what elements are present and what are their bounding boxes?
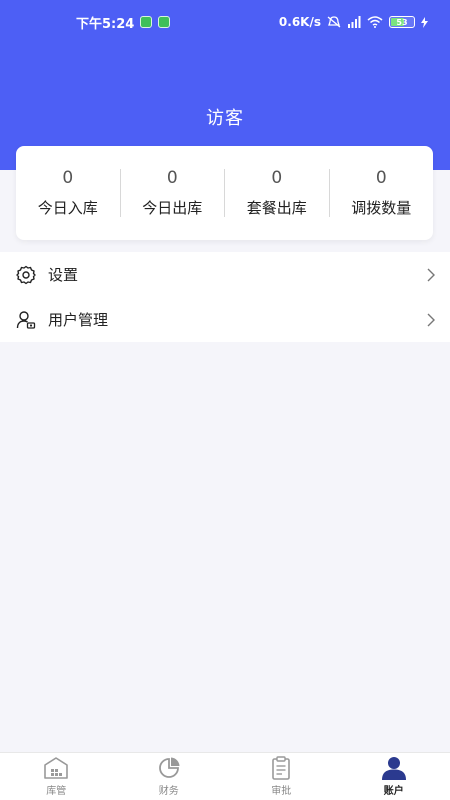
chevron-right-icon xyxy=(427,313,435,326)
stat-label: 套餐出库 xyxy=(246,199,307,217)
tab-inventory[interactable]: 库管 xyxy=(0,753,113,800)
status-left: 下午5:24 xyxy=(76,13,171,32)
header: 下午5:24 0.6K/s 53 访客 xyxy=(0,0,450,170)
tab-account[interactable]: 账户 xyxy=(338,753,450,800)
stat-today-inbound[interactable]: 0 今日入库 xyxy=(16,169,121,217)
user-manage-icon xyxy=(16,310,36,330)
notification-icon-2 xyxy=(158,16,171,28)
status-bar: 下午5:24 0.6K/s 53 xyxy=(0,0,450,44)
status-right: 0.6K/s 53 xyxy=(279,15,428,29)
wifi-icon xyxy=(367,16,383,28)
person-icon xyxy=(381,757,406,780)
tab-label: 账户 xyxy=(383,786,404,797)
stat-value: 0 xyxy=(271,168,283,188)
stat-label: 今日出库 xyxy=(142,199,203,217)
tab-finance[interactable]: 财务 xyxy=(113,753,226,800)
signal-icon xyxy=(348,16,361,28)
stats-card: 0 今日入库 0 今日出库 0 套餐出库 0 调拨数量 xyxy=(16,146,433,240)
menu-item-label: 用户管理 xyxy=(48,311,109,329)
chevron-right-icon xyxy=(427,268,435,281)
charging-icon xyxy=(421,16,428,28)
menu-list: 设置 用户管理 xyxy=(0,252,450,342)
clipboard-icon xyxy=(272,756,291,780)
warehouse-icon xyxy=(44,757,69,779)
stat-label: 调拨数量 xyxy=(351,199,412,217)
stat-package-outbound[interactable]: 0 套餐出库 xyxy=(225,169,330,217)
battery-level: 53 xyxy=(396,17,408,27)
stat-today-outbound[interactable]: 0 今日出库 xyxy=(121,168,225,217)
mute-icon xyxy=(327,16,341,28)
notification-icon xyxy=(140,16,153,28)
tab-label: 财务 xyxy=(158,786,179,797)
gear-icon xyxy=(16,265,36,285)
menu-item-label: 设置 xyxy=(48,266,79,284)
tab-approval[interactable]: 审批 xyxy=(225,753,338,800)
stat-value: 0 xyxy=(166,168,178,188)
bottom-tab-bar: 库管 财务 审批 账户 xyxy=(0,752,450,800)
stat-transfer-quantity[interactable]: 0 调拨数量 xyxy=(330,169,434,217)
battery-icon: 53 xyxy=(389,16,415,28)
tab-label: 审批 xyxy=(271,786,292,797)
status-time: 下午5:24 xyxy=(76,16,135,32)
stat-value: 0 xyxy=(375,168,387,188)
stat-value: 0 xyxy=(62,168,74,188)
page-title: 访客 xyxy=(206,108,244,129)
stat-label: 今日入库 xyxy=(37,199,98,217)
network-speed: 0.6K/s xyxy=(278,15,321,29)
menu-item-user-management[interactable]: 用户管理 xyxy=(0,297,450,342)
tab-label: 库管 xyxy=(46,786,67,797)
pie-chart-icon xyxy=(158,757,180,778)
menu-item-settings[interactable]: 设置 xyxy=(0,252,450,297)
